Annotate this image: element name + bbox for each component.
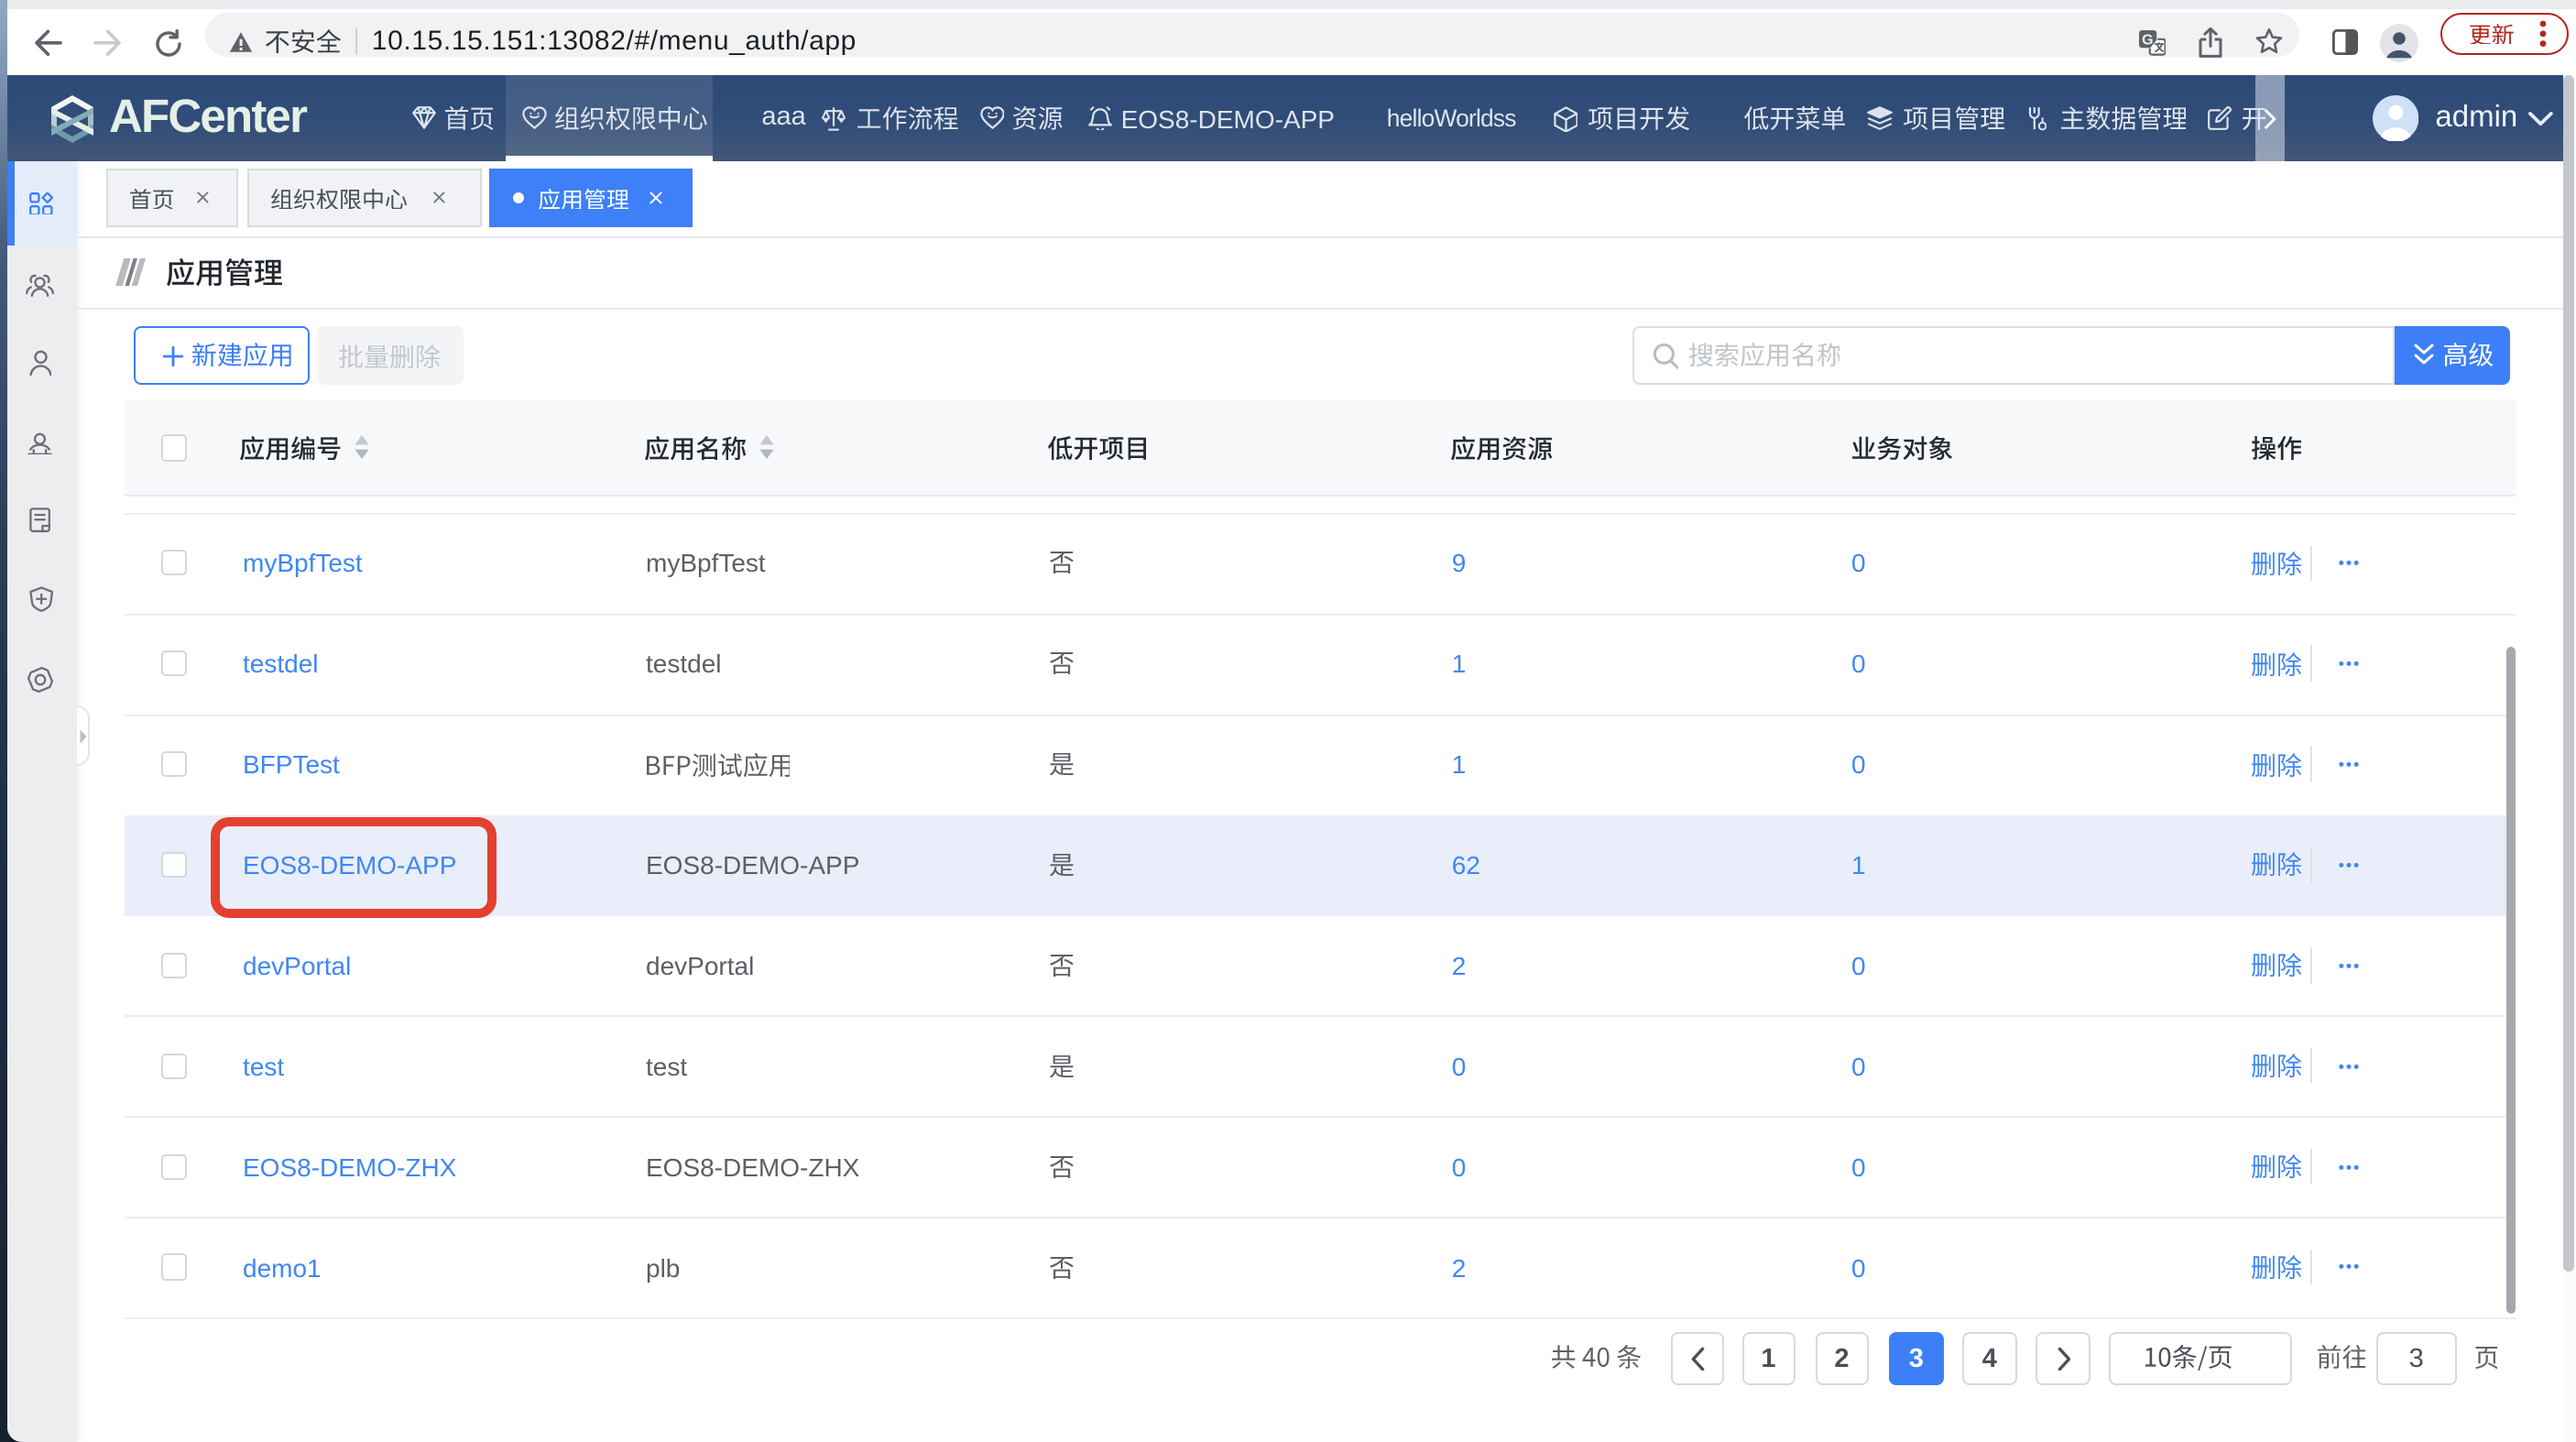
svg-text:G: G [2142, 32, 2153, 48]
